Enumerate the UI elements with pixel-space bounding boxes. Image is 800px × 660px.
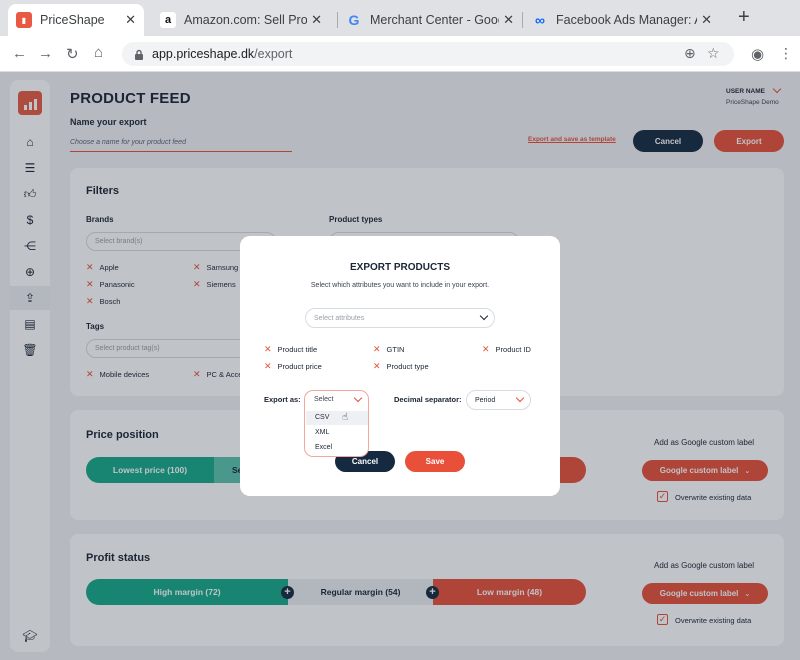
tab-facebook-ads[interactable]: ∞ Facebook Ads Manager: Ad ✕ bbox=[524, 4, 720, 36]
remove-icon[interactable]: ✕ bbox=[373, 361, 381, 372]
option-excel[interactable]: Excel bbox=[306, 441, 368, 455]
option-csv[interactable]: CSV bbox=[306, 411, 368, 425]
decimal-separator-label: Decimal separator: bbox=[394, 395, 462, 404]
chevron-down-icon bbox=[515, 393, 525, 403]
url-host: app.priceshape.dk bbox=[152, 47, 255, 61]
reload-icon[interactable]: ↻ bbox=[66, 45, 79, 63]
remove-icon[interactable]: ✕ bbox=[264, 344, 272, 355]
tab-merchant-center[interactable]: G Merchant Center - Google f ✕ bbox=[338, 4, 522, 36]
attribute-chip[interactable]: ✕ Product title bbox=[264, 344, 317, 355]
chevron-down-icon[interactable] bbox=[353, 393, 363, 403]
google-icon: G bbox=[348, 12, 360, 28]
remove-icon[interactable]: ✕ bbox=[482, 344, 490, 355]
modal-subtitle: Select which attributes you want to incl… bbox=[310, 282, 490, 289]
export-products-modal: EXPORT PRODUCTS Select which attributes … bbox=[240, 236, 560, 496]
remove-icon[interactable]: ✕ bbox=[373, 344, 381, 355]
tab-title: Facebook Ads Manager: Ad bbox=[556, 13, 710, 27]
url-path: /export bbox=[254, 47, 293, 61]
bookmark-star-icon[interactable]: ☆ bbox=[707, 45, 720, 62]
export-as-label: Export as: bbox=[264, 395, 301, 404]
attribute-chip[interactable]: ✕ GTIN bbox=[373, 344, 404, 355]
attribute-chip[interactable]: ✕ Product price bbox=[264, 361, 322, 372]
new-tab-icon[interactable]: + bbox=[738, 6, 750, 29]
chevron-down-icon bbox=[479, 311, 489, 321]
extension-icon[interactable]: ⊕ bbox=[684, 45, 696, 62]
meta-icon: ∞ bbox=[535, 12, 545, 28]
tab-title: Amazon.com: Sell Products bbox=[184, 13, 322, 27]
address-bar[interactable]: app.priceshape.dk/export bbox=[122, 42, 734, 66]
forward-icon[interactable]: → bbox=[38, 45, 53, 62]
amazon-icon: a bbox=[160, 12, 176, 28]
tab-amazon[interactable]: a Amazon.com: Sell Products ✕ bbox=[152, 4, 330, 36]
back-icon[interactable]: ← bbox=[12, 45, 27, 62]
close-tab-icon[interactable]: ✕ bbox=[499, 12, 514, 28]
tab-title: Merchant Center - Google f bbox=[370, 13, 514, 27]
close-tab-icon[interactable]: ✕ bbox=[697, 12, 712, 28]
attribute-chip[interactable]: ✕ Product type bbox=[373, 361, 429, 372]
priceshape-logo-icon: ▮ bbox=[16, 12, 32, 28]
modal-title: EXPORT PRODUCTS bbox=[349, 262, 450, 273]
tab-priceshape[interactable]: ▮ PriceShape ✕ bbox=[8, 4, 144, 36]
attribute-chip[interactable]: ✕ Product ID bbox=[482, 344, 531, 355]
export-format-value[interactable]: Select bbox=[314, 396, 333, 403]
modal-save-button[interactable]: Save bbox=[405, 451, 465, 472]
close-tab-icon[interactable]: ✕ bbox=[121, 12, 136, 28]
home-icon[interactable]: ⌂ bbox=[94, 44, 103, 61]
option-xml[interactable]: XML bbox=[306, 426, 368, 440]
decimal-separator-select[interactable]: Period bbox=[466, 390, 531, 410]
lock-icon bbox=[135, 49, 143, 60]
export-format-dropdown[interactable]: Select CSV XML Excel bbox=[304, 390, 369, 457]
tab-divider bbox=[522, 12, 523, 28]
profile-icon[interactable]: ◉ bbox=[751, 45, 764, 63]
browser-tabbar: ▮ PriceShape ✕ a Amazon.com: Sell Produc… bbox=[0, 0, 800, 36]
menu-icon[interactable]: ⋮ bbox=[779, 45, 793, 62]
close-tab-icon[interactable]: ✕ bbox=[307, 12, 322, 28]
remove-icon[interactable]: ✕ bbox=[264, 361, 272, 372]
attributes-select[interactable]: Select attributes bbox=[305, 308, 495, 328]
mouse-cursor-icon: ☝︎ bbox=[342, 412, 349, 423]
